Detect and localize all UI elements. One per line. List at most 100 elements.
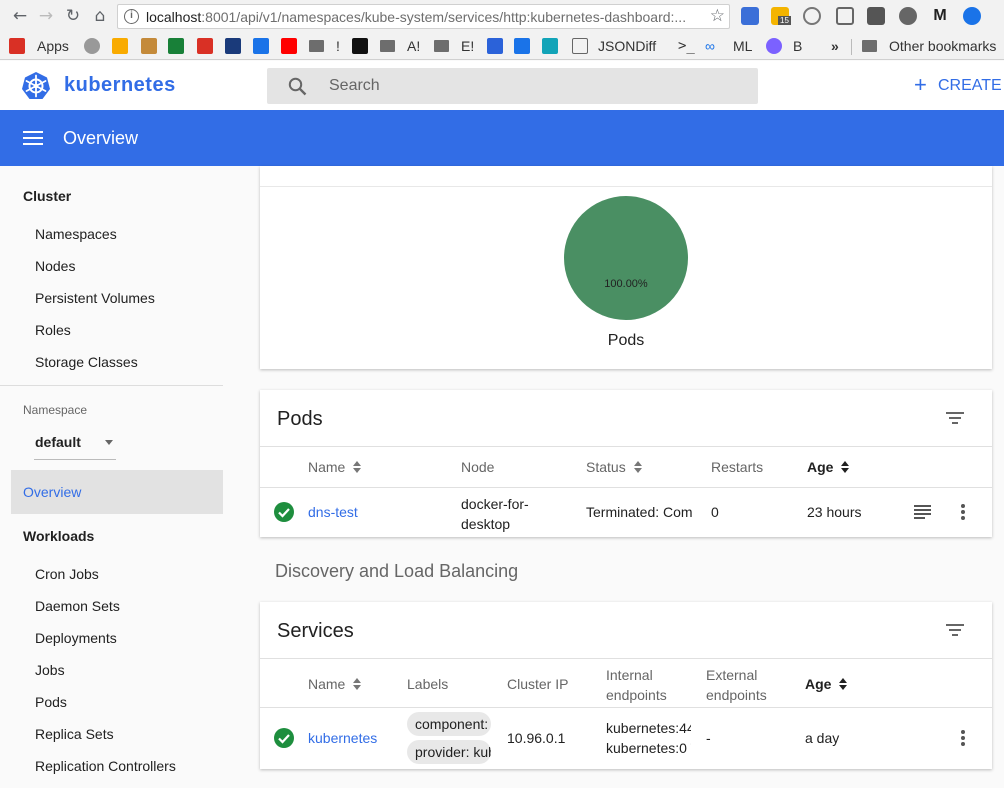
column-header-age[interactable]: Age xyxy=(807,459,850,475)
sidebar-item-replica-sets[interactable]: Replica Sets xyxy=(35,726,114,742)
bookmark-jsondiff[interactable]: JSONDiff xyxy=(598,37,656,55)
sidebar-item-jobs[interactable]: Jobs xyxy=(35,662,65,678)
divider xyxy=(260,487,992,488)
sidebar-item-roles[interactable]: Roles xyxy=(35,322,71,338)
services-card-title: Services xyxy=(277,620,354,642)
link-icon[interactable]: ∞ xyxy=(705,37,715,55)
bookmark-favicon[interactable] xyxy=(253,38,269,54)
pie-chart-label: Pods xyxy=(607,332,645,349)
external-endpoints: - xyxy=(706,730,711,746)
plus-icon[interactable]: + xyxy=(914,74,927,96)
bookmark-favicon[interactable] xyxy=(197,38,213,54)
label-chip[interactable]: provider: kubernetes xyxy=(407,740,491,764)
bookmark-b[interactable]: B xyxy=(793,37,802,55)
bookmark-a[interactable]: A! xyxy=(407,37,420,55)
chevron-down-icon xyxy=(105,440,113,445)
divider xyxy=(0,385,223,386)
column-header-name[interactable]: Name xyxy=(308,676,362,692)
sidebar-item-persistent-volumes[interactable]: Persistent Volumes xyxy=(35,290,155,306)
terminal-icon[interactable]: >_ xyxy=(678,37,695,55)
search-input[interactable]: Search xyxy=(267,68,758,104)
sidebar-item-deployments[interactable]: Deployments xyxy=(35,630,117,646)
pod-name-link[interactable]: dns-test xyxy=(308,504,358,520)
digg-icon[interactable] xyxy=(352,38,368,54)
sidebar-item-storage-classes[interactable]: Storage Classes xyxy=(35,354,138,370)
hamburger-icon[interactable] xyxy=(23,131,43,145)
folder-icon[interactable] xyxy=(862,40,877,52)
section-heading: Discovery and Load Balancing xyxy=(275,561,519,581)
search-icon xyxy=(288,77,307,96)
sort-ascending-icon xyxy=(839,678,848,690)
brand-name[interactable]: kubernetes xyxy=(64,74,176,97)
filter-icon[interactable] xyxy=(946,624,964,636)
sheets-icon[interactable] xyxy=(168,38,184,54)
site-info-icon[interactable]: i xyxy=(124,9,139,24)
cast-icon[interactable] xyxy=(836,7,854,25)
column-header-age[interactable]: Age xyxy=(805,676,848,692)
profile-icon[interactable] xyxy=(963,7,981,25)
folder-icon[interactable] xyxy=(309,40,324,52)
bookmark-favicon[interactable] xyxy=(84,38,100,54)
sidebar-heading-workloads[interactable]: Workloads xyxy=(23,528,94,544)
pocket-icon[interactable] xyxy=(867,7,885,25)
sidebar-item-nodes[interactable]: Nodes xyxy=(35,258,75,274)
bookmark-favicon[interactable] xyxy=(112,38,128,54)
forward-icon[interactable]: → xyxy=(35,5,57,27)
more-bookmarks-icon[interactable]: » xyxy=(831,37,839,55)
gear-extension-icon[interactable] xyxy=(899,7,917,25)
cluster-ip: 10.96.0.1 xyxy=(507,730,566,746)
document-icon[interactable] xyxy=(572,38,588,54)
sidebar-item-pods[interactable]: Pods xyxy=(35,694,67,710)
check-circle-icon xyxy=(274,728,294,748)
bookmark-ml[interactable]: ML xyxy=(733,37,752,55)
clock-extension-icon[interactable] xyxy=(803,7,821,25)
extension-badge-icon[interactable]: 15 xyxy=(771,7,791,25)
column-header-name[interactable]: Name xyxy=(308,459,362,475)
home-icon[interactable]: ⌂ xyxy=(89,5,111,27)
bookmark-favicon[interactable] xyxy=(225,38,241,54)
internal-endpoints: kubernetes:443 TCPkubernetes:0 TCP xyxy=(606,720,691,756)
kubernetes-logo-icon[interactable] xyxy=(21,71,51,101)
filter-icon[interactable] xyxy=(946,412,964,424)
create-button[interactable]: CREATE xyxy=(938,77,1002,95)
search-placeholder: Search xyxy=(329,77,380,94)
divider xyxy=(260,707,992,708)
logs-icon[interactable] xyxy=(914,505,931,519)
sidebar-heading-cluster[interactable]: Cluster xyxy=(23,188,71,204)
bookmark-favicon[interactable] xyxy=(766,38,782,54)
column-header-status[interactable]: Status xyxy=(586,459,642,475)
bookmark-favicon[interactable] xyxy=(141,38,157,54)
bookmark-apps[interactable]: Apps xyxy=(37,37,69,55)
sidebar-item-daemon-sets[interactable]: Daemon Sets xyxy=(35,598,120,614)
youtube-icon[interactable] xyxy=(281,38,297,54)
sidebar-item-cron-jobs[interactable]: Cron Jobs xyxy=(35,566,99,582)
more-vert-icon[interactable] xyxy=(961,504,965,522)
extension-icon[interactable] xyxy=(741,7,759,25)
url-text[interactable]: localhost:8001/api/v1/namespaces/kube-sy… xyxy=(146,9,701,25)
label-chip[interactable]: component: apiserver xyxy=(407,712,491,736)
medium-icon[interactable]: M xyxy=(931,7,949,25)
title-bar: Overview xyxy=(0,110,1004,166)
folder-icon[interactable] xyxy=(380,40,395,52)
bookmark-e[interactable]: E! xyxy=(461,37,474,55)
bookmark-exclaim[interactable]: ! xyxy=(336,37,340,55)
sidebar-item-namespaces[interactable]: Namespaces xyxy=(35,226,117,242)
back-icon[interactable]: ← xyxy=(9,5,31,27)
more-vert-icon[interactable] xyxy=(961,730,965,748)
sidebar-item-replication-controllers[interactable]: Replication Controllers xyxy=(35,758,176,774)
bookmark-other[interactable]: Other bookmarks xyxy=(889,37,996,55)
column-header-labels: Labels xyxy=(407,676,449,692)
sidebar-item-overview[interactable]: Overview xyxy=(11,470,223,514)
bookmark-favicon[interactable] xyxy=(514,38,530,54)
bookmark-favicon[interactable] xyxy=(542,38,558,54)
apps-grid-icon[interactable] xyxy=(9,38,25,54)
folder-icon[interactable] xyxy=(434,40,449,52)
sort-ascending-icon xyxy=(841,461,850,473)
address-bar[interactable]: i localhost:8001/api/v1/namespaces/kube-… xyxy=(117,4,730,29)
service-name-link[interactable]: kubernetes xyxy=(308,730,377,746)
bookmark-star-icon[interactable]: ☆ xyxy=(710,6,725,26)
namespace-select[interactable]: default xyxy=(34,422,116,460)
page-title: Overview xyxy=(63,128,139,148)
layers-icon[interactable] xyxy=(487,38,503,54)
reload-icon[interactable]: ↻ xyxy=(62,5,84,27)
